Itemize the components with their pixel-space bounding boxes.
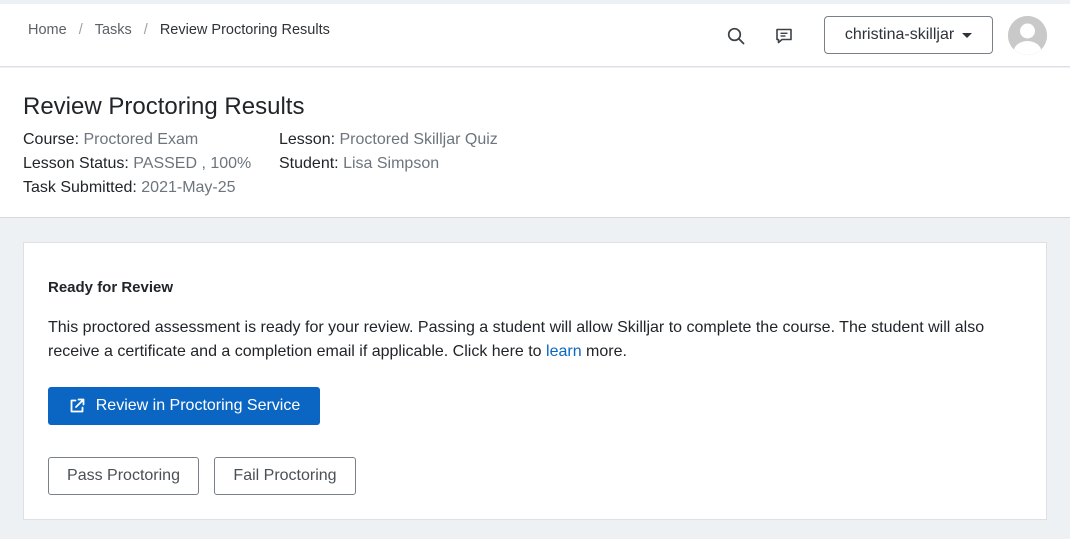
meta-left: Course: Proctored Exam Lesson Status: PA… xyxy=(23,128,251,200)
meta-lesson: Lesson: Proctored Skilljar Quiz xyxy=(279,131,498,148)
meta-student: Student: Lisa Simpson xyxy=(279,155,440,172)
page-header: Review Proctoring Results Course: Procto… xyxy=(0,68,1070,218)
avatar[interactable] xyxy=(1008,16,1047,55)
breadcrumb-home[interactable]: Home xyxy=(28,22,67,38)
learn-more-link[interactable]: learn xyxy=(546,343,582,360)
meta-submitted: Task Submitted: 2021-May-25 xyxy=(23,179,236,196)
top-navbar: Home / Tasks / Review Proctoring Results… xyxy=(0,4,1070,67)
card-description: This proctored assessment is ready for y… xyxy=(48,319,985,360)
meta-right: Lesson: Proctored Skilljar Quiz Student:… xyxy=(279,128,498,176)
page-title: Review Proctoring Results xyxy=(23,93,305,120)
meta-course: Course: Proctored Exam xyxy=(23,131,199,148)
meta-status: Lesson Status: PASSED , 100% xyxy=(23,155,252,172)
user-dropdown-label: christina-skilljar xyxy=(844,26,955,43)
message-icon[interactable] xyxy=(774,26,794,46)
breadcrumb-separator: / xyxy=(78,22,83,38)
card-title: Ready for Review xyxy=(48,279,174,296)
search-icon[interactable] xyxy=(726,26,746,46)
breadcrumb: Home / Tasks / Review Proctoring Results xyxy=(28,22,330,38)
external-link-icon xyxy=(70,398,85,413)
caret-down-icon xyxy=(962,32,973,38)
fail-proctoring-button[interactable]: Fail Proctoring xyxy=(214,457,356,495)
breadcrumb-separator: / xyxy=(143,22,148,38)
user-silhouette-icon xyxy=(1008,16,1047,55)
review-card: Ready for Review This proctored assessme… xyxy=(23,242,1047,520)
breadcrumb-tasks[interactable]: Tasks xyxy=(95,22,132,38)
user-dropdown[interactable]: christina-skilljar xyxy=(824,16,993,54)
review-in-proctoring-service-button[interactable]: Review in Proctoring Service xyxy=(48,387,320,425)
review-button-label: Review in Proctoring Service xyxy=(95,397,301,414)
pass-proctoring-button[interactable]: Pass Proctoring xyxy=(48,457,199,495)
breadcrumb-current: Review Proctoring Results xyxy=(159,22,330,38)
